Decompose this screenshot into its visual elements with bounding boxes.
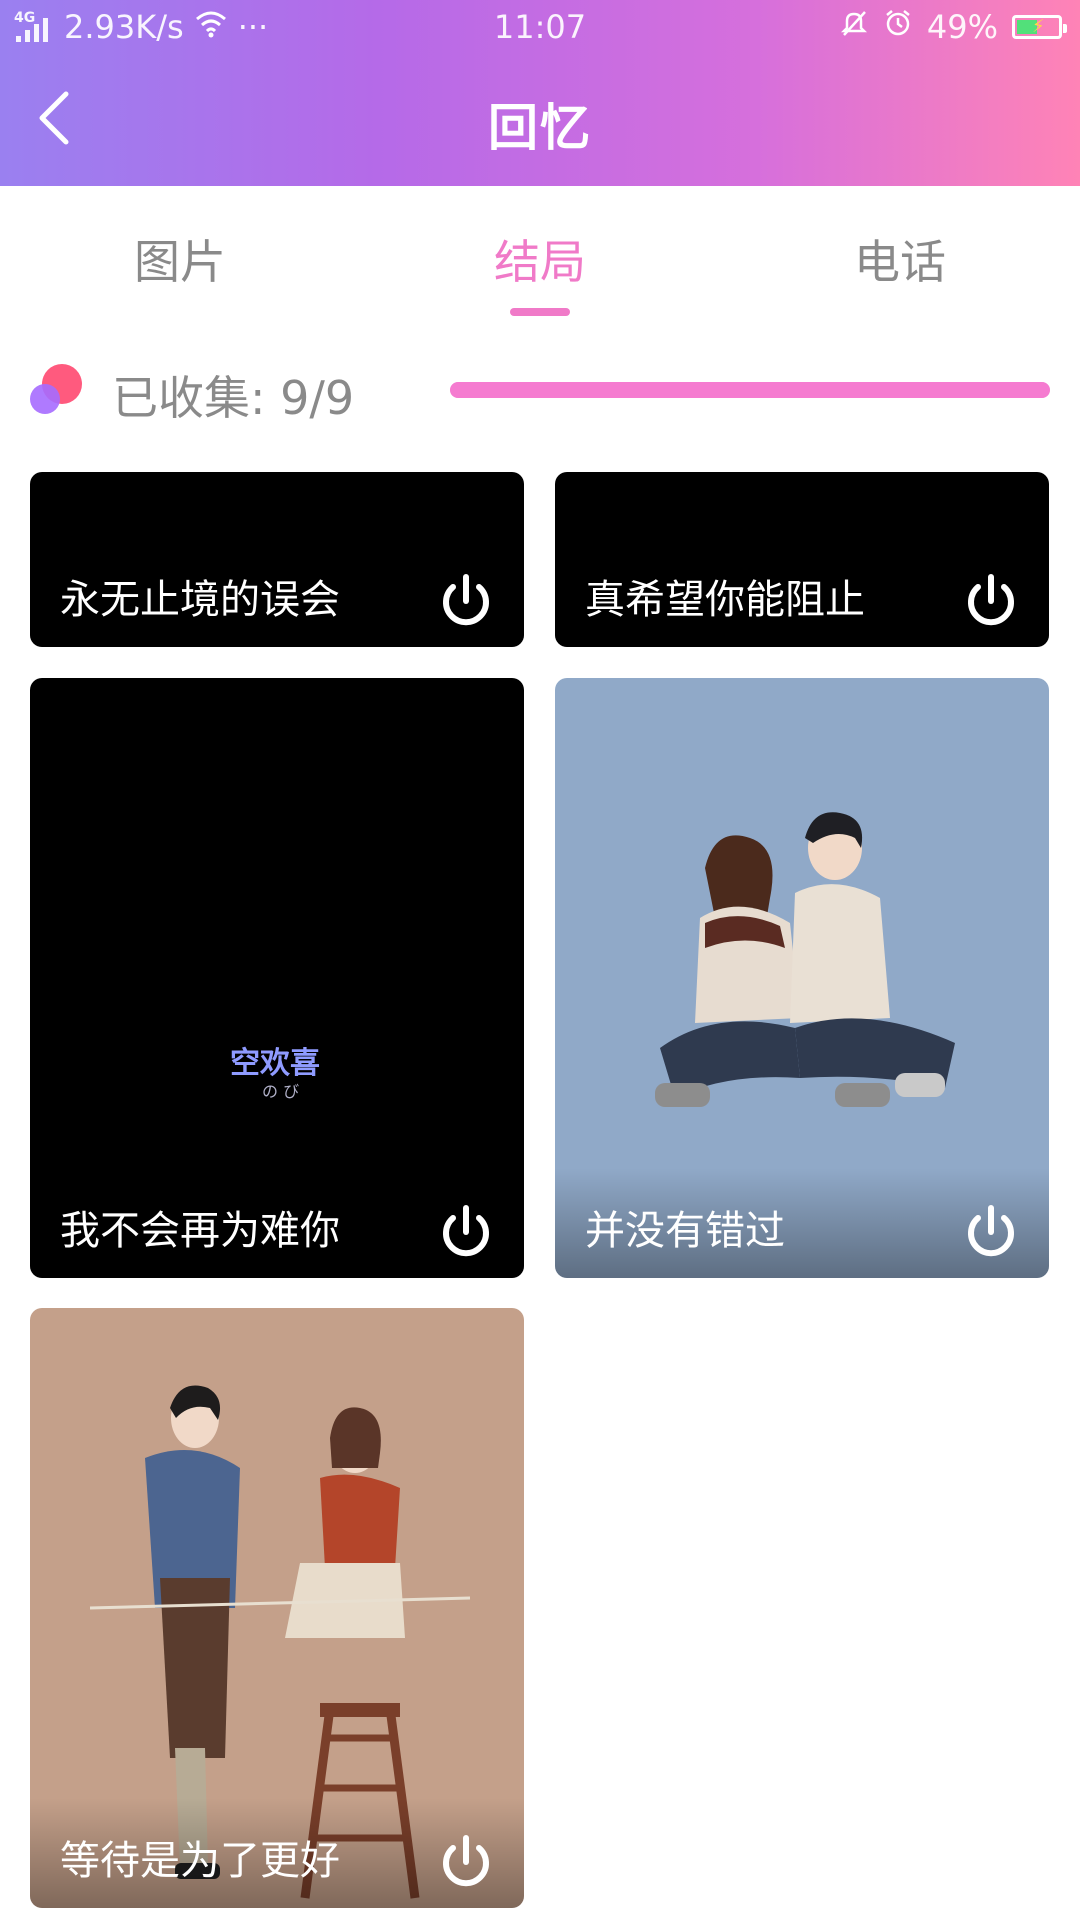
tab-calls[interactable]: 电话 [800, 226, 1000, 292]
ending-title: 并没有错过 [585, 1208, 785, 1254]
app-header: 4G 2.93K/s ··· 11:07 49% ⚡ 回忆 [0, 0, 1080, 186]
power-icon[interactable] [961, 571, 1021, 631]
status-bar: 4G 2.93K/s ··· 11:07 49% ⚡ [0, 0, 1080, 56]
artwork-subtitle: の び [262, 1082, 300, 1101]
ending-card[interactable]: 真希望你能阻止 [555, 472, 1049, 647]
power-icon[interactable] [961, 1202, 1021, 1262]
ending-title: 我不会再为难你 [60, 1208, 340, 1254]
power-icon[interactable] [436, 571, 496, 631]
artwork-title: 空欢喜 [230, 1046, 320, 1081]
ending-title: 真希望你能阻止 [585, 577, 865, 623]
alarm-icon [883, 8, 913, 46]
power-icon[interactable] [436, 1202, 496, 1262]
active-tab-indicator [510, 308, 570, 316]
tab-bar: 图片 结局 电话 [0, 186, 1080, 326]
ending-card[interactable]: 空欢喜 の び 我不会再为难你 [30, 678, 524, 1278]
ending-card[interactable]: 等待是为了更好 [30, 1308, 524, 1908]
page-title: 回忆 [488, 99, 592, 157]
tab-endings[interactable]: 结局 [440, 226, 640, 292]
ending-title: 永无止境的误会 [60, 577, 340, 623]
battery-icon: ⚡ [1012, 15, 1067, 39]
collection-progress-bar [450, 382, 1050, 398]
tab-pictures[interactable]: 图片 [80, 226, 280, 292]
ending-title: 等待是为了更好 [60, 1838, 340, 1884]
ending-card[interactable]: 并没有错过 [555, 678, 1049, 1278]
collection-dots-icon [28, 362, 88, 422]
bell-muted-icon [839, 8, 869, 46]
collected-count: 已收集: 9/9 [112, 371, 355, 425]
battery-percent: 49% [926, 8, 998, 46]
ending-card[interactable]: 永无止境的误会 [30, 472, 524, 647]
collection-progress-fill [450, 382, 1050, 398]
power-icon[interactable] [436, 1832, 496, 1892]
collection-status: 已收集: 9/9 [0, 350, 1080, 430]
